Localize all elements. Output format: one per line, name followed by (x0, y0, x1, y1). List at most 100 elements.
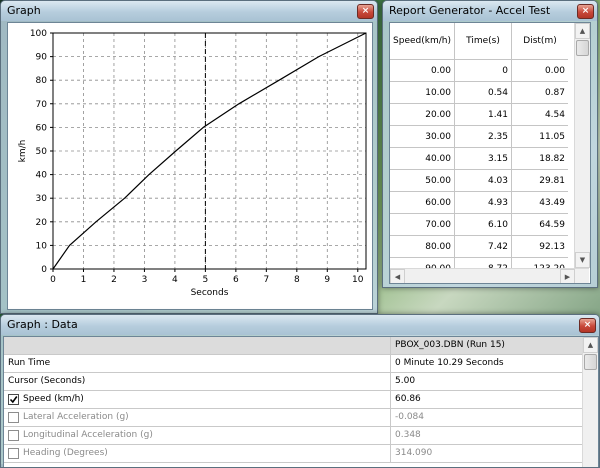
scroll-down-arrow-icon[interactable]: ▼ (575, 252, 590, 268)
column-header-time[interactable]: Time(s) (454, 23, 513, 60)
dist-cell: 43.49 (511, 191, 568, 214)
speed-chart[interactable]: 0 1 2 3 4 5 6 7 8 9 100102030405060708090100Second… (8, 23, 372, 309)
data-scroll-thumb[interactable] (584, 354, 597, 370)
channel-label: Longitudinal Acceleration (g) (23, 430, 153, 440)
graph-close-button[interactable]: × (357, 4, 374, 19)
x-tick-label: 9 (324, 275, 330, 285)
x-tick-label: 5 (203, 275, 209, 285)
scroll-right-arrow-icon[interactable]: ▶ (560, 269, 575, 283)
table-row[interactable]: 50.00 4.03 29.81 (390, 169, 568, 192)
y-tick-label: 80 (36, 76, 48, 86)
speed-cell: 10.00 (390, 81, 455, 104)
speed-cell: 30.00 (390, 125, 455, 148)
report-table: Speed(km/h) Time(s) Dist(m) 0.00 0 0.00 10.… (390, 23, 568, 283)
x-tick-label: 1 (81, 275, 87, 285)
report-titlebar[interactable]: Report Generator - Accel Test × (383, 1, 597, 21)
channel-checkbox[interactable] (8, 412, 19, 423)
time-cell: 3.15 (454, 147, 513, 170)
channel-value: 0 Minute 10.29 Seconds (395, 358, 504, 368)
channel-value: 314.090 (395, 448, 433, 458)
speed-cell: 20.00 (390, 103, 455, 126)
data-row[interactable]: Run Time 0 Minute 10.29 Seconds (4, 355, 582, 373)
data-window: Graph : Data × PBOX_003.DBN (Run 15) Run… (0, 314, 600, 468)
x-tick-label: 7 (263, 275, 269, 285)
column-separator (390, 391, 391, 408)
x-axis-label: Seconds (191, 288, 229, 298)
y-tick-label: 100 (30, 29, 47, 39)
scroll-left-arrow-icon[interactable]: ◀ (390, 269, 405, 283)
report-table-panel: Speed(km/h) Time(s) Dist(m) 0.00 0 0.00 10.… (389, 22, 591, 284)
column-header-dist[interactable]: Dist(m) (511, 23, 568, 60)
dist-cell: 0.00 (511, 59, 568, 82)
channel-value: 60.86 (395, 394, 421, 404)
time-cell: 7.42 (454, 235, 513, 258)
data-row[interactable]: Lateral Acceleration (g) -0.084 (4, 409, 582, 427)
data-row[interactable]: Longitudinal Acceleration (g) 0.348 (4, 427, 582, 445)
report-close-button[interactable]: × (577, 4, 594, 19)
dist-cell: 29.81 (511, 169, 568, 192)
time-cell: 1.41 (454, 103, 513, 126)
time-cell: 6.10 (454, 213, 513, 236)
table-row[interactable]: 30.00 2.35 11.05 (390, 125, 568, 148)
scroll-thumb[interactable] (576, 40, 589, 56)
table-row[interactable]: 80.00 7.42 92.13 (390, 235, 568, 258)
column-header-speed[interactable]: Speed(km/h) (390, 23, 455, 60)
data-close-button[interactable]: × (579, 318, 596, 333)
dist-cell: 4.54 (511, 103, 568, 126)
graph-window-title: Graph (7, 4, 41, 17)
channel-value: -0.084 (395, 412, 425, 422)
channel-checkbox[interactable] (8, 430, 19, 441)
y-tick-label: 40 (36, 171, 48, 181)
data-row[interactable]: Heading (Degrees) 314.090 (4, 445, 582, 463)
y-tick-label: 30 (36, 194, 48, 204)
channel-checkbox[interactable] (8, 448, 19, 459)
data-row[interactable]: Cursor (Seconds) 5.00 (4, 373, 582, 391)
data-scroll-up-arrow-icon[interactable]: ▲ (583, 337, 598, 353)
data-vertical-scrollbar[interactable]: ▲ (582, 337, 598, 467)
x-tick-label: 4 (172, 275, 178, 285)
column-separator (390, 355, 391, 372)
channel-label: Cursor (Seconds) (8, 376, 86, 386)
y-tick-label: 0 (41, 265, 47, 275)
x-tick-label: 3 (142, 275, 148, 285)
table-row[interactable]: 40.00 3.15 18.82 (390, 147, 568, 170)
checkmark-icon (9, 396, 18, 404)
x-tick-label: 8 (294, 275, 300, 285)
channel-label: Run Time (8, 358, 51, 368)
channel-checkbox[interactable] (8, 394, 19, 405)
column-separator (390, 373, 391, 390)
channel-label: Speed (km/h) (23, 394, 84, 404)
speed-cell: 80.00 (390, 235, 455, 258)
dist-cell: 11.05 (511, 125, 568, 148)
table-row[interactable]: 0.00 0 0.00 (390, 59, 568, 82)
dist-cell: 64.59 (511, 213, 568, 236)
data-grid-panel: PBOX_003.DBN (Run 15) Run Time 0 Minute 1… (3, 336, 599, 467)
x-tick-label: 6 (233, 275, 239, 285)
report-window-title: Report Generator - Accel Test (389, 4, 551, 17)
graph-titlebar[interactable]: Graph × (1, 1, 377, 21)
data-titlebar[interactable]: Graph : Data × (1, 315, 599, 335)
y-tick-label: 10 (36, 241, 48, 251)
speed-cell: 50.00 (390, 169, 455, 192)
data-row[interactable]: Speed (km/h) 60.86 (4, 391, 582, 409)
table-row[interactable]: 10.00 0.54 0.87 (390, 81, 568, 104)
table-row[interactable]: 20.00 1.41 4.54 (390, 103, 568, 126)
report-vertical-scrollbar[interactable]: ▲ ▼ (574, 23, 590, 268)
scroll-up-arrow-icon[interactable]: ▲ (575, 23, 590, 39)
time-cell: 0.54 (454, 81, 513, 104)
y-tick-label: 70 (36, 100, 48, 110)
column-separator (390, 409, 391, 426)
dist-cell: 92.13 (511, 235, 568, 258)
report-header-row: Speed(km/h) Time(s) Dist(m) (390, 23, 568, 60)
table-row[interactable]: 60.00 4.93 43.49 (390, 191, 568, 214)
speed-cell: 0.00 (390, 59, 455, 82)
channel-value: 0.348 (395, 430, 421, 440)
dist-cell: 18.82 (511, 147, 568, 170)
graph-canvas[interactable]: 0 1 2 3 4 5 6 7 8 9 10 0 10 20 30 40 50 60 70 80 90 100 Second… (7, 22, 373, 310)
speed-cell: 60.00 (390, 191, 455, 214)
column-separator (390, 337, 391, 354)
table-row[interactable]: 70.00 6.10 64.59 (390, 213, 568, 236)
y-tick-label: 20 (36, 218, 48, 228)
report-horizontal-scrollbar[interactable]: ◀ ▶ (390, 268, 589, 283)
data-header-row: PBOX_003.DBN (Run 15) (4, 337, 582, 355)
